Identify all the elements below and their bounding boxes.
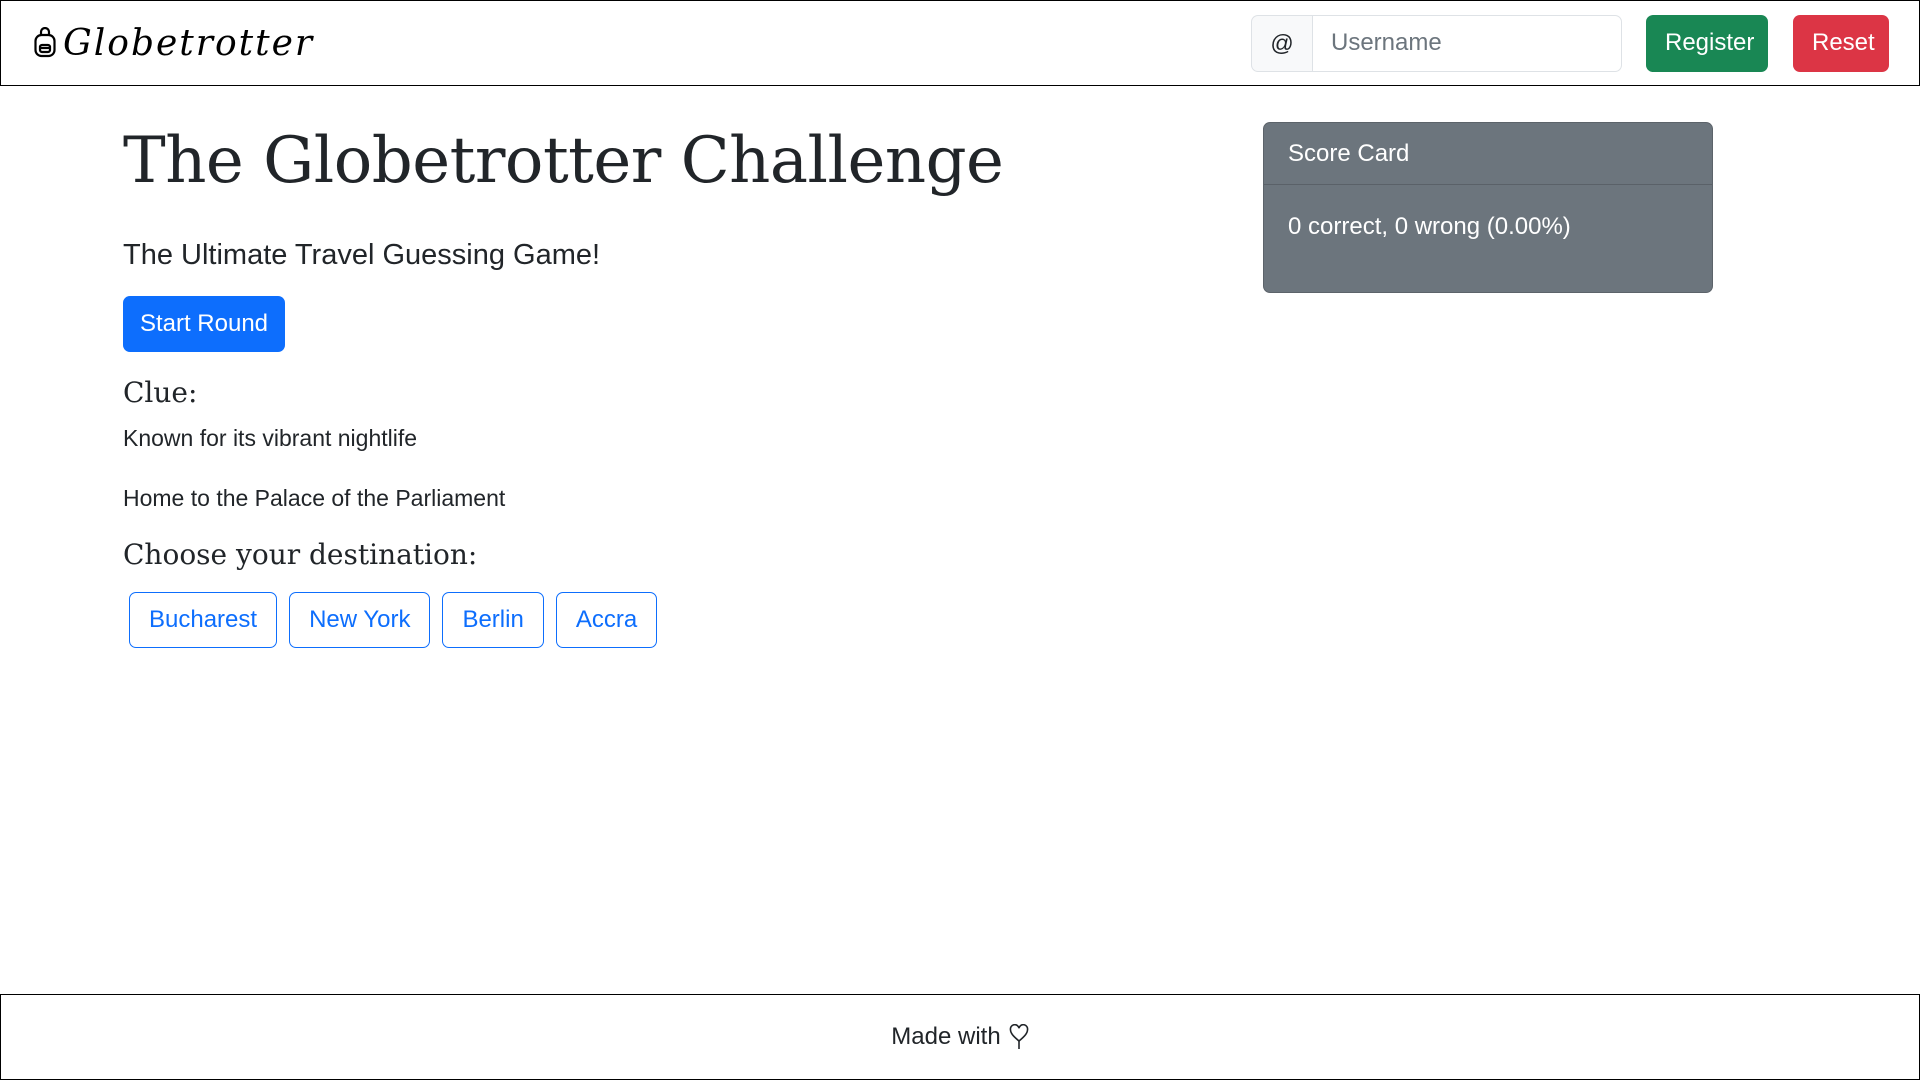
choice-bucharest-button[interactable]: Bucharest <box>129 592 278 648</box>
game-panel: The Globetrotter Challenge The Ultimate … <box>123 122 1004 648</box>
navbar: Globetrotter @ Register Reset <box>0 0 1920 86</box>
clue-item: Home to the Palace of the Parliament <box>123 485 506 511</box>
clue-item: Known for its vibrant nightlife <box>123 425 418 451</box>
username-group: @ <box>1251 14 1622 72</box>
destination-choices: Bucharest New York Berlin Accra <box>129 592 1003 648</box>
choice-berlin-button[interactable]: Berlin <box>442 592 544 648</box>
choose-heading: Choose your destination: <box>123 538 478 571</box>
choice-accra-button[interactable]: Accra <box>555 592 658 648</box>
at-prefix: @ <box>1251 14 1312 72</box>
start-round-button[interactable]: Start Round <box>123 296 285 352</box>
choice-new-york-button[interactable]: New York <box>289 592 431 648</box>
brand-name: Globetrotter <box>63 22 315 64</box>
username-input[interactable] <box>1312 14 1622 72</box>
clue-heading: Clue: <box>123 376 198 409</box>
score-summary: 0 correct, 0 wrong (0.00%) <box>1288 213 1571 240</box>
heart-icon <box>1009 1024 1029 1050</box>
footer-text: Made with <box>891 1023 1001 1050</box>
register-button[interactable]: Register <box>1646 14 1768 72</box>
reset-button[interactable]: Reset <box>1793 14 1889 72</box>
score-card: Score Card 0 correct, 0 wrong (0.00%) <box>1263 122 1713 293</box>
backpack-icon <box>33 27 57 59</box>
page-title: The Globetrotter Challenge <box>123 124 1004 198</box>
nav-controls: @ Register Reset <box>1251 14 1889 72</box>
score-card-header: Score Card <box>1264 123 1712 185</box>
brand-link[interactable]: Globetrotter <box>33 23 314 64</box>
page-subtitle: The Ultimate Travel Guessing Game! <box>123 239 601 271</box>
footer: Made with <box>0 994 1920 1080</box>
